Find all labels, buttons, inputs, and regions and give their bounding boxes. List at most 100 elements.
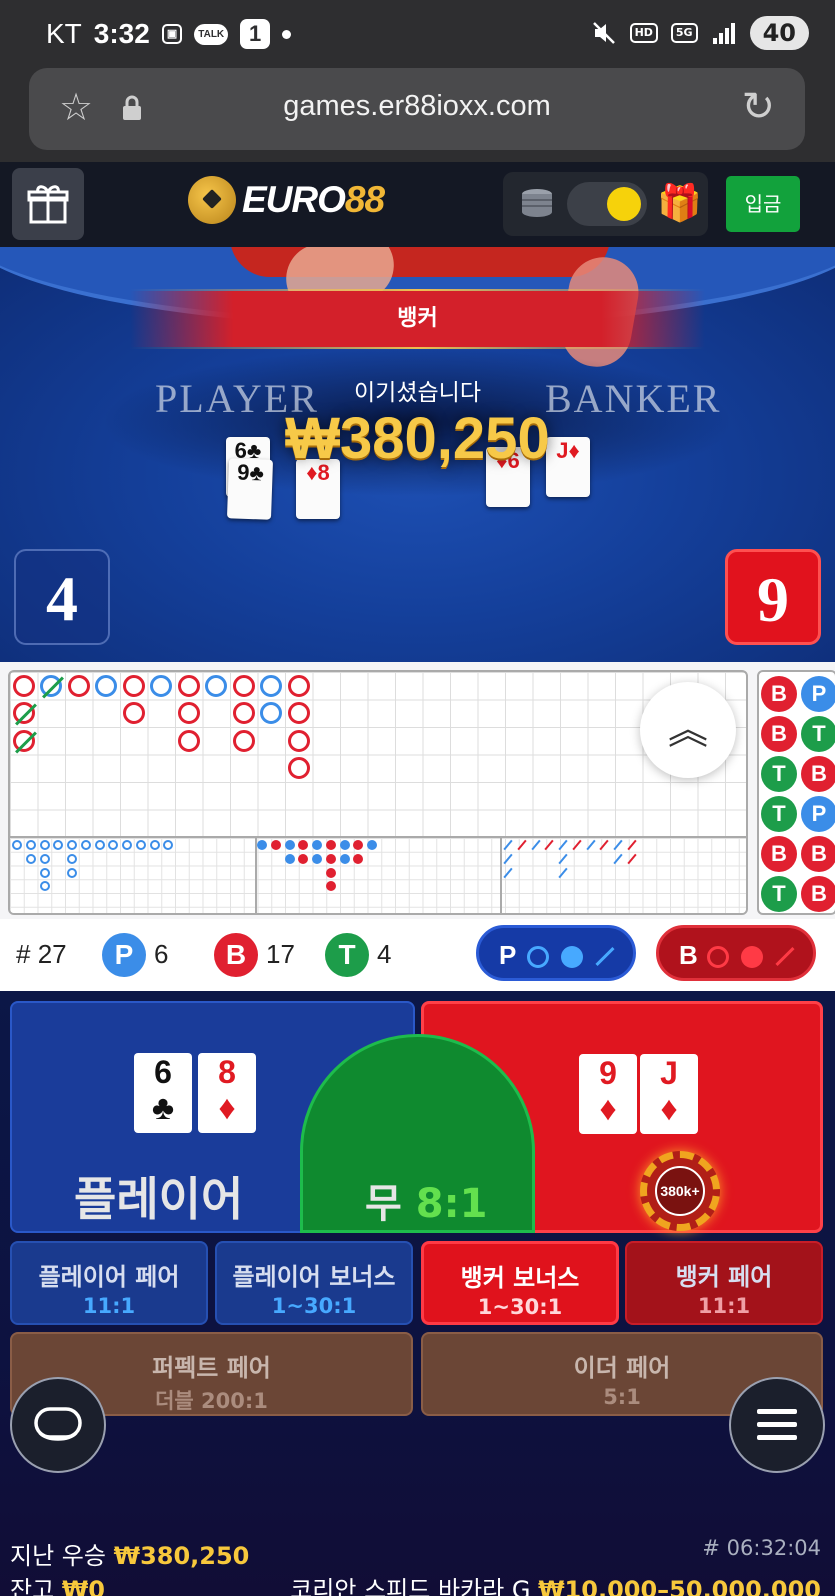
derived-road-marker (39, 853, 50, 864)
battery-level: 40 (749, 16, 809, 50)
app-screen: KT 3:32 ▣ TALK 1 HD 5G 40 ☆ games.er88io… (0, 0, 835, 1596)
yellow-gift-icon[interactable]: 🎁 (657, 184, 702, 224)
side-bet-title: 뱅커 보너스 (460, 1264, 580, 1292)
logo-num: 88 (344, 179, 385, 220)
big-road-marker (232, 674, 255, 697)
banker-pair-button[interactable]: 뱅커 페어 11:1 (625, 1241, 823, 1325)
deposit-button[interactable]: 입금 (726, 176, 800, 232)
derived-road-marker (503, 867, 513, 878)
derived-road-marker (530, 839, 541, 851)
tie-label: 무 (365, 1181, 402, 1227)
player-wins-badge: P (102, 933, 146, 977)
balance-toggle[interactable] (567, 182, 647, 226)
big-road-grid[interactable] (8, 670, 748, 915)
clock: 3:32 (93, 18, 150, 49)
derived-road-marker (367, 840, 377, 850)
derived-road-marker (627, 853, 637, 865)
signal-icon (712, 23, 735, 44)
player-bonus-button[interactable]: 플레이어 보너스 1~30:1 (215, 1241, 413, 1325)
side-bet-odds: 11:1 (697, 1294, 751, 1318)
toggle-knob (607, 187, 641, 221)
url-text[interactable]: games.er88ioxx.com (29, 90, 805, 123)
address-bar[interactable]: ☆ games.er88ioxx.com ↻ (29, 68, 805, 150)
club-suit-icon: ♣ (151, 1089, 175, 1127)
big-road-marker (12, 674, 35, 697)
browser-toolbar: ☆ games.er88ioxx.com ↻ (0, 66, 835, 162)
card-value: 9 (599, 1055, 617, 1091)
banker-wins-badge: B (214, 933, 258, 977)
side-bet-title: 뱅커 페어 (675, 1263, 773, 1291)
carrier-label: KT (46, 18, 82, 49)
balance-label: 잔고 (10, 1576, 55, 1596)
derived-road-marker (517, 839, 527, 851)
last-win-row: 지난 우승 ₩380,250 (10, 1536, 249, 1571)
derived-roads (10, 836, 746, 913)
coins-icon[interactable] (517, 186, 557, 220)
bead-plate-marker: T (761, 796, 797, 832)
bead-plate-marker: T (801, 716, 835, 752)
big-road-marker (177, 702, 200, 724)
predict-ring-icon (527, 946, 549, 968)
player-predict-button[interactable]: P (476, 925, 636, 981)
table-name: 코리안 스피드 바카라 G (290, 1576, 531, 1596)
placed-chip[interactable]: 380k+ (640, 1151, 720, 1231)
status-bar: KT 3:32 ▣ TALK 1 HD 5G 40 (0, 0, 835, 66)
player-card-1: 6 ♣ (134, 1053, 192, 1133)
derived-road-marker (599, 839, 609, 851)
banker-score: 9 (725, 549, 821, 645)
bead-plate-marker: P (801, 796, 835, 832)
derived-road-marker (312, 840, 322, 850)
banker-wins-count: 17 (266, 939, 295, 969)
derived-road-marker (558, 839, 568, 851)
diamond-suit-icon: ♦ (218, 1089, 236, 1127)
card-value: 8 (218, 1054, 236, 1090)
derived-road-marker (39, 867, 50, 878)
bead-plate[interactable]: BPBTTBTPBBTB (757, 670, 835, 915)
last-win-amount: ₩380,250 (113, 1542, 250, 1570)
big-road-marker (232, 729, 255, 752)
expand-roadmap-button[interactable]: ︽ (640, 682, 736, 778)
big-road-marker (12, 702, 37, 726)
gift-box-icon (27, 185, 69, 224)
tie-slash-icon (14, 731, 37, 753)
player-pair-button[interactable]: 플레이어 페어 11:1 (10, 1241, 208, 1325)
derived-road-marker (94, 840, 105, 850)
bead-plate-marker: T (761, 756, 797, 792)
diamond-suit-icon: ♦ (599, 1090, 617, 1128)
derived-road-marker (67, 840, 77, 850)
status-right: HD 5G 40 (591, 16, 809, 50)
player-bet-label: 플레이어 (74, 1172, 244, 1226)
notification-badge-icon: 1 (240, 19, 271, 49)
derived-road-marker (163, 840, 174, 850)
tie-odds: 8:1 (415, 1181, 488, 1227)
promo-gift-button[interactable] (12, 168, 84, 240)
betting-area: 6 ♣ 8 ♦ 플레이어 9 ♦ J ♦ 무 8:1 380k+ 플레이어 페어 11:1… (0, 991, 835, 1596)
card-value: J (660, 1055, 678, 1091)
derived-road-marker (503, 839, 513, 851)
chat-button[interactable] (10, 1377, 106, 1473)
rounds-total: # 27 (16, 939, 67, 970)
win-label: 이기셨습니다 (354, 380, 481, 406)
big-road-marker (287, 674, 310, 697)
logo-main: EURO (242, 179, 346, 220)
derived-road-marker (67, 867, 77, 878)
predict-p-label: P (499, 940, 517, 970)
card-value: 6 (154, 1054, 172, 1090)
derived-road-marker (325, 853, 336, 864)
derived-road-marker (53, 840, 64, 850)
menu-button[interactable] (729, 1377, 825, 1473)
derived-road-marker (284, 853, 295, 864)
euro88-logo[interactable]: EURO88 (188, 176, 385, 224)
road-divider (500, 838, 502, 913)
player-card-2: 8 ♦ (198, 1053, 256, 1133)
banker-predict-button[interactable]: B (656, 925, 816, 981)
banker-bonus-button[interactable]: 뱅커 보너스 1~30:1 (421, 1241, 619, 1325)
tie-count-badge: T (325, 933, 369, 977)
more-notifications-dot-icon (282, 29, 292, 39)
reload-icon[interactable]: ↻ (741, 84, 775, 130)
big-road-marker (260, 702, 282, 724)
derived-road-marker (558, 867, 568, 878)
derived-road-marker (67, 853, 77, 864)
derived-road-marker (325, 867, 336, 878)
side-bet-title: 퍼펙트 페어 (152, 1354, 271, 1382)
